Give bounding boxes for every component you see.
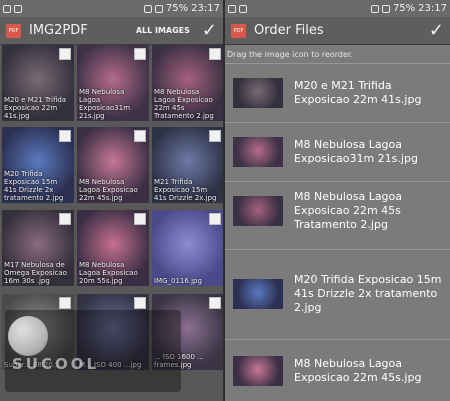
app-logo-icon: PDF [231,23,246,38]
image-caption: IMG_0116.jpg [154,277,202,285]
app-bar: PDF Order Files ✓ [225,17,450,45]
app-title: IMG2PDF [29,23,88,38]
file-name: M20 e M21 Trifida Exposicao 22m 41s.jpg [294,79,422,106]
image-caption: M17 Nebulosa de Omega Exposicao 16m 30s … [4,261,67,285]
image-caption: M8 Nebulosa Lagoa Exposicao 22m 45s.jpg [79,178,138,202]
notification-icon [239,4,247,13]
status-bar: 75% 23:17 [225,0,450,17]
select-checkbox[interactable] [134,297,146,309]
system-icons: 75% 23:17 [370,3,447,14]
clock: 23:17 [191,3,220,14]
select-checkbox[interactable] [209,130,221,142]
image-tile[interactable]: IMG_0116.jpg [152,210,223,286]
file-name: M8 Nebulosa Lagoa Exposicao31m 21s.jpg [294,138,418,165]
image-caption: M8 Nebulosa Lagoa Exposicao 20m 55s.jpg [79,261,138,285]
image-caption: M20 e M21 Trifida Exposicao 22m 41s.jpg [4,96,67,120]
battery-level: 75% [165,3,189,14]
image-caption: M8 Nebulosa Lagoa Exposicao 22m 45s Trat… [154,88,214,120]
image-tile[interactable]: M8 Nebulosa Lagoa Exposicao 20m 55s.jpg [77,210,149,286]
drag-thumbnail[interactable] [233,355,283,386]
status-bar: 75% 23:17 [0,0,223,17]
image-tile[interactable]: M8 Nebulosa Lagoa Exposicao31m 21s.jpg [77,45,149,121]
app-title: Order Files [254,23,324,38]
select-checkbox[interactable] [59,130,71,142]
image-caption: M21 Trifida Exposicao 15m 41s Drizzle 2x… [154,178,217,202]
image-tile[interactable]: M20 Trifida Exposicao 15m 41s Drizzle 2x… [2,127,74,203]
drag-thumbnail[interactable] [233,78,283,108]
drag-thumbnail[interactable] [233,137,283,167]
image-tile[interactable]: M8 Nebulosa Lagoa Exposicao 22m 45s Trat… [152,45,223,121]
notification-icon [14,4,22,13]
system-icons: 75% 23:17 [143,3,220,14]
notification-icons [3,4,22,13]
select-checkbox[interactable] [209,213,221,225]
moon-logo [8,316,48,356]
select-checkbox[interactable] [59,213,71,225]
select-checkbox[interactable] [209,48,221,60]
select-images-screen: 75% 23:17 PDF IMG2PDF ALL IMAGES ✓ M20 e… [0,0,223,401]
notification-icons [228,4,247,13]
select-checkbox[interactable] [59,48,71,60]
wifi-icon [370,4,379,13]
image-tile[interactable]: M17 Nebulosa de Omega Exposicao 16m 30s … [2,210,74,286]
image-tile[interactable]: M20 e M21 Trifida Exposicao 22m 41s.jpg [2,45,74,121]
order-row[interactable]: M8 Nebulosa Lagoa Exposicao 22m 45s Trat… [225,181,450,240]
notification-icon [228,4,236,13]
notification-icon [3,4,11,13]
all-images-button[interactable]: ALL IMAGES [136,26,190,35]
select-checkbox[interactable] [134,213,146,225]
clock: 23:17 [418,3,447,14]
image-caption: M20 Trifida Exposicao 15m 41s Drizzle 2x… [4,170,64,202]
select-checkbox[interactable] [209,297,221,309]
select-checkbox[interactable] [134,48,146,60]
select-checkbox[interactable] [134,130,146,142]
select-checkbox[interactable] [59,297,71,309]
order-row[interactable]: M8 Nebulosa Lagoa Exposicao 22m 45s.jpg [225,339,450,401]
file-name: M8 Nebulosa Lagoa Exposicao 22m 45s Trat… [294,190,403,231]
image-caption: M8 Nebulosa Lagoa Exposicao31m 21s.jpg [79,88,131,120]
battery-level: 75% [392,3,416,14]
order-row[interactable]: M8 Nebulosa Lagoa Exposicao31m 21s.jpg [225,122,450,181]
file-name: M8 Nebulosa Lagoa Exposicao 22m 45s.jpg [294,356,422,384]
order-row[interactable]: M20 e M21 Trifida Exposicao 22m 41s.jpg [225,63,450,122]
drag-thumbnail[interactable] [233,196,283,226]
image-tile[interactable]: M8 Nebulosa Lagoa Exposicao 22m 45s.jpg [77,127,149,203]
order-files-screen: 75% 23:17 PDF Order Files ✓ Drag the ima… [225,0,450,401]
file-name: M20 Trifida Exposicao 15m 41s Drizzle 2x… [294,273,442,314]
app-bar: PDF IMG2PDF ALL IMAGES ✓ [0,17,223,45]
watermark-text: SUCOOL [12,355,100,373]
wifi-icon [143,4,152,13]
check-icon[interactable]: ✓ [429,21,444,40]
check-icon[interactable]: ✓ [202,21,217,40]
image-tile[interactable]: M21 Trifida Exposicao 15m 41s Drizzle 2x… [152,127,223,203]
signal-icon [381,4,390,13]
app-logo-icon: PDF [6,23,21,38]
drag-thumbnail[interactable] [233,279,283,309]
reorder-hint: Drag the image icon to reorder. [227,50,353,59]
signal-icon [154,4,163,13]
order-row[interactable]: M20 Trifida Exposicao 15m 41s Drizzle 2x… [225,249,450,338]
